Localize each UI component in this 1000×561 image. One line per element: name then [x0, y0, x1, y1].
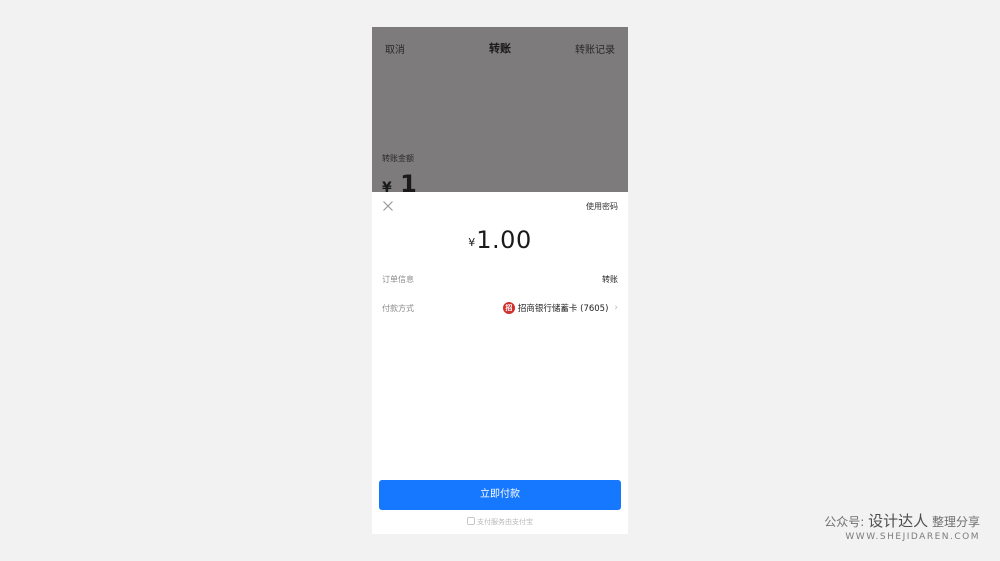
order-info-row: 订单信息 转账 — [382, 272, 618, 286]
pay-now-button[interactable]: 立即付款 — [379, 480, 621, 510]
shield-icon — [467, 517, 475, 525]
currency-symbol: ¥ — [468, 236, 476, 249]
order-info-value: 转账 — [602, 275, 618, 284]
watermark-url: WWW.SHEJIDAREN.COM — [845, 532, 980, 542]
watermark: 公众号: 设计达人 整理分享 WWW.SHEJIDAREN.COM — [824, 510, 980, 542]
watermark-suffix: 整理分享 — [928, 515, 980, 529]
payment-sheet: 使用密码 ¥1.00 订单信息 转账 付款方式 招 招商银行储蓄卡 (7605)… — [372, 192, 628, 534]
payment-method-row[interactable]: 付款方式 招 招商银行储蓄卡 (7605) › — [382, 301, 618, 315]
order-info-label: 订单信息 — [382, 275, 414, 284]
payment-method-value: 招商银行储蓄卡 (7605) — [517, 304, 609, 314]
watermark-brand: 设计达人 — [868, 512, 929, 530]
use-password-link[interactable]: 使用密码 — [586, 201, 618, 212]
amount-value: 1.00 — [476, 226, 532, 254]
nav-bar: 取消 转账 转账记录 — [372, 27, 628, 67]
watermark-prefix: 公众号: — [824, 515, 869, 529]
chevron-right-icon: › — [614, 303, 618, 313]
footer-note: 支付服务由支付宝 — [372, 517, 628, 527]
transfer-page-dimmed: 取消 转账 转账记录 转账金额 ¥ 1 — [372, 27, 628, 198]
payment-method-label: 付款方式 — [382, 304, 414, 313]
amount-label: 转账金额 — [382, 154, 414, 163]
footer-note-text: 支付服务由支付宝 — [477, 518, 533, 526]
payment-amount: ¥1.00 — [372, 226, 628, 254]
transfer-history-button[interactable]: 转账记录 — [575, 41, 615, 56]
close-icon[interactable] — [382, 200, 394, 212]
watermark-line: 公众号: 设计达人 整理分享 — [824, 510, 980, 531]
bank-logo-icon: 招 — [502, 302, 515, 314]
phone-screen: 取消 转账 转账记录 转账金额 ¥ 1 使用密码 ¥1.00 订单信息 转账 付… — [372, 27, 628, 534]
payment-method-selector[interactable]: 招 招商银行储蓄卡 (7605) › — [502, 301, 618, 315]
